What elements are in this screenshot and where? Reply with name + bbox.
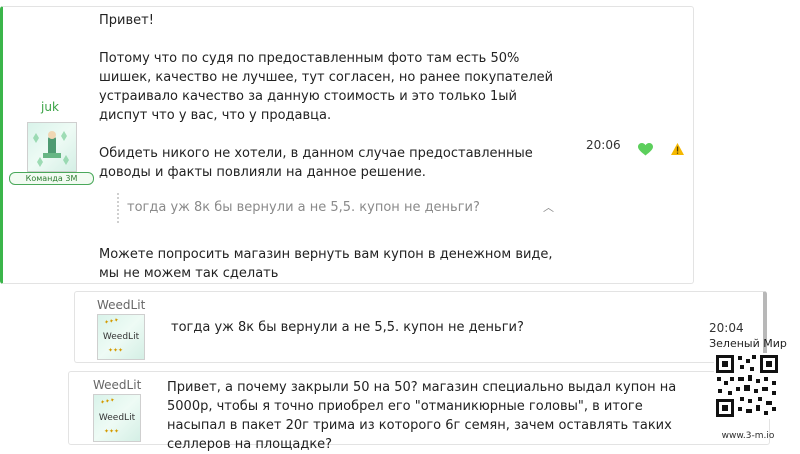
avatar[interactable]: ✦✦✦ WeedLit ✦✦✦ xyxy=(93,394,141,442)
role-badge: Команда 3М xyxy=(9,172,94,185)
message-time: 20:04 xyxy=(709,321,744,335)
quote-text: тогда уж 8к бы вернули а не 5,5. купон н… xyxy=(127,200,480,215)
qr-code-icon xyxy=(714,353,780,419)
heart-icon[interactable] xyxy=(638,141,653,160)
message-text-continued: Можете попросить магазин вернуть вам куп… xyxy=(99,247,553,281)
avatar-label: WeedLit xyxy=(98,413,136,423)
message-text: Привет! Потому что по судя по предоставл… xyxy=(99,13,554,180)
message-text: Привет, а почему закрыли 50 на 50? магаз… xyxy=(167,380,677,452)
avatar-decoration-icon: ✦✦✦ xyxy=(108,347,124,354)
author-name[interactable]: WeedLit xyxy=(93,378,141,392)
avatar-image-icon xyxy=(33,131,69,167)
quoted-message[interactable]: тогда уж 8к бы вернули а не 5,5. купон н… xyxy=(117,193,559,223)
author-name[interactable]: juk xyxy=(41,100,59,114)
avatar-label: WeedLit xyxy=(102,332,140,342)
message-card-juk: juk Команда 3М Привет! Потому что по суд… xyxy=(0,6,694,284)
avatar[interactable] xyxy=(27,122,77,172)
site-watermark: Зеленый Мир www.3-m.io xyxy=(700,337,796,447)
watermark-url: www.3-m.io xyxy=(721,431,775,441)
avatar[interactable]: ✦✦✦ WeedLit ✦✦✦ xyxy=(97,314,145,360)
avatar-watermark-icon: ✦✦✦ xyxy=(99,396,116,407)
message-card-weedlit: WeedLit ✦✦✦ WeedLit ✦✦✦ Привет, а почему… xyxy=(68,371,770,452)
chevron-up-icon[interactable]: ︿ xyxy=(543,199,554,215)
avatar-decoration-icon: ✦✦✦ xyxy=(104,428,120,435)
avatar-watermark-icon: ✦✦✦ xyxy=(103,316,120,327)
watermark-title: Зеленый Мир xyxy=(709,337,787,350)
message-card-weedlit: WeedLit ✦✦✦ WeedLit ✦✦✦ тогда уж 8к бы в… xyxy=(74,291,767,363)
message-text: тогда уж 8к бы вернули а не 5,5. купон н… xyxy=(171,320,524,335)
author-name[interactable]: WeedLit xyxy=(97,298,145,312)
message-time: 20:06 xyxy=(586,138,621,152)
warning-icon[interactable] xyxy=(671,140,684,159)
